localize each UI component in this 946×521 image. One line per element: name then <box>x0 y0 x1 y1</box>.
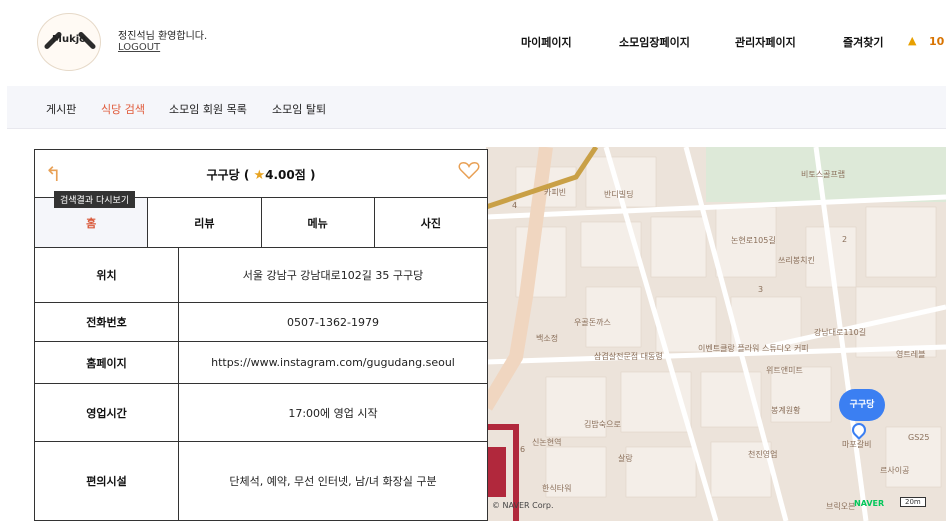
subnav-restaurant-search[interactable]: 식당 검색 <box>101 101 145 117</box>
row-value: 17:00에 영업 시작 <box>288 406 378 420</box>
info-row-phone: 전화번호 0507-1362-1979 <box>35 303 487 342</box>
map-copyright: © NAVER Corp. <box>492 501 554 510</box>
row-value: 단체석, 예약, 무선 인터넷, 남/녀 화장실 구분 <box>229 475 437 488</box>
map-label: 6 <box>520 445 526 454</box>
restaurant-pin-label[interactable]: 구구당 <box>839 389 885 421</box>
row-label: 영업시간 <box>35 384 179 441</box>
map-scale: 20m <box>900 497 926 507</box>
tab-review[interactable]: 리뷰 <box>148 198 262 247</box>
back-tooltip: 검색결과 다시보기 <box>54 191 136 208</box>
title-paren-close: ) <box>305 168 316 182</box>
map-label: 강남대로110길 <box>814 328 867 337</box>
map-label: 마포갈비 <box>842 440 872 449</box>
sub-navigation: 게시판 식당 검색 소모임 회원 목록 소모임 탈퇴 <box>7 86 946 129</box>
map-label: 논현로105길 <box>731 236 776 245</box>
row-value: 0507-1362-1979 <box>287 315 379 329</box>
nav-favorites[interactable]: 즐겨찾기 <box>843 34 883 50</box>
map-label: 신논현역 <box>532 438 562 447</box>
subnav-member-list[interactable]: 소모임 회원 목록 <box>169 101 247 117</box>
nav-admin-page[interactable]: 관리자페이지 <box>735 34 796 50</box>
map-label: 한식타워 <box>542 484 572 493</box>
map-label: 3 <box>758 285 764 294</box>
map-label: 2 <box>842 235 848 244</box>
map-label: 삼겹살전문점 대동령 <box>594 352 663 361</box>
map-label: 천진영업 <box>748 450 778 459</box>
restaurant-name: 구구당 <box>206 168 240 182</box>
notification-count[interactable]: 10 <box>929 35 944 48</box>
restaurant-title: 구구당 ( ★4.00점 ) <box>35 166 487 183</box>
map-label: 이벤트클랑 플라워 스튜디오 커피 <box>698 344 809 353</box>
logout-link[interactable]: LOGOUT <box>118 42 160 53</box>
mukjo-logo[interactable]: Mukjo <box>37 13 101 71</box>
panel-header: ↰ 검색결과 다시보기 구구당 ( ★4.00점 ) <box>35 150 487 208</box>
nav-group-leader-page[interactable]: 소모임장페이지 <box>619 34 690 50</box>
map-label: 살랑 <box>618 454 633 463</box>
map-label: 봉계원황 <box>771 406 801 415</box>
map-label: 비토스골프랩 <box>801 170 846 179</box>
map-view[interactable]: 비토스골프랩 카피빈 반디빌딩 논현로105길 쓰리봉치킨 우골돈까스 백소정 … <box>486 147 946 521</box>
row-label: 편의시설 <box>35 442 179 520</box>
bell-icon[interactable]: ▲ <box>908 34 916 47</box>
header: Mukjo 정진석님 환영합니다. LOGOUT 마이페이지 소모임장페이지 관… <box>0 0 946 78</box>
restaurant-detail-panel: ↰ 검색결과 다시보기 구구당 ( ★4.00점 ) 홈 리뷰 메뉴 사진 위치… <box>34 149 488 521</box>
map-label: 우골돈까스 <box>574 318 611 327</box>
map-label: 김밥숙으로 <box>584 420 621 429</box>
map-label: 브릭오븐 <box>826 502 856 511</box>
heart-icon[interactable] <box>458 160 480 180</box>
map-label: 영트레블 <box>896 350 926 359</box>
info-row-hours: 영업시간 17:00에 영업 시작 <box>35 384 487 442</box>
map-label: 쓰리봉치킨 <box>778 256 815 265</box>
map-label: 르사이공 <box>880 466 910 475</box>
row-label: 전화번호 <box>35 303 179 341</box>
restaurant-rating: 4.00점 <box>265 168 306 182</box>
map-label: 반디빌딩 <box>604 190 634 199</box>
subnav-board[interactable]: 게시판 <box>46 101 76 117</box>
logo-text: Mukjo <box>52 34 87 45</box>
info-row-facilities: 편의시설 단체석, 예약, 무선 인터넷, 남/녀 화장실 구분 <box>35 442 487 520</box>
info-row-location: 위치 서울 강남구 강남대로102길 35 구구당 <box>35 248 487 303</box>
map-label: GS25 <box>908 433 930 442</box>
naver-logo: NAVER <box>854 499 885 508</box>
tab-menu[interactable]: 메뉴 <box>261 198 375 247</box>
row-value: 서울 강남구 강남대로102길 35 구구당 <box>242 269 424 282</box>
star-icon: ★ <box>253 168 266 183</box>
tab-photo[interactable]: 사진 <box>374 198 487 247</box>
subnav-leave-group[interactable]: 소모임 탈퇴 <box>272 101 326 117</box>
map-label: 백소정 <box>536 334 559 343</box>
row-label: 위치 <box>35 248 179 302</box>
homepage-link[interactable]: https://www.instagram.com/gugudang.seoul <box>179 342 487 383</box>
info-row-homepage: 홈페이지 https://www.instagram.com/gugudang.… <box>35 342 487 384</box>
nav-mypage[interactable]: 마이페이지 <box>521 34 572 50</box>
welcome-text: 정진석님 환영합니다. <box>118 31 208 42</box>
row-label: 홈페이지 <box>35 342 179 383</box>
map-label: 카피빈 <box>544 188 567 197</box>
map-label: 위트앤미트 <box>766 366 803 375</box>
title-paren-open: ( <box>239 168 254 182</box>
map-label: 4 <box>512 201 518 210</box>
